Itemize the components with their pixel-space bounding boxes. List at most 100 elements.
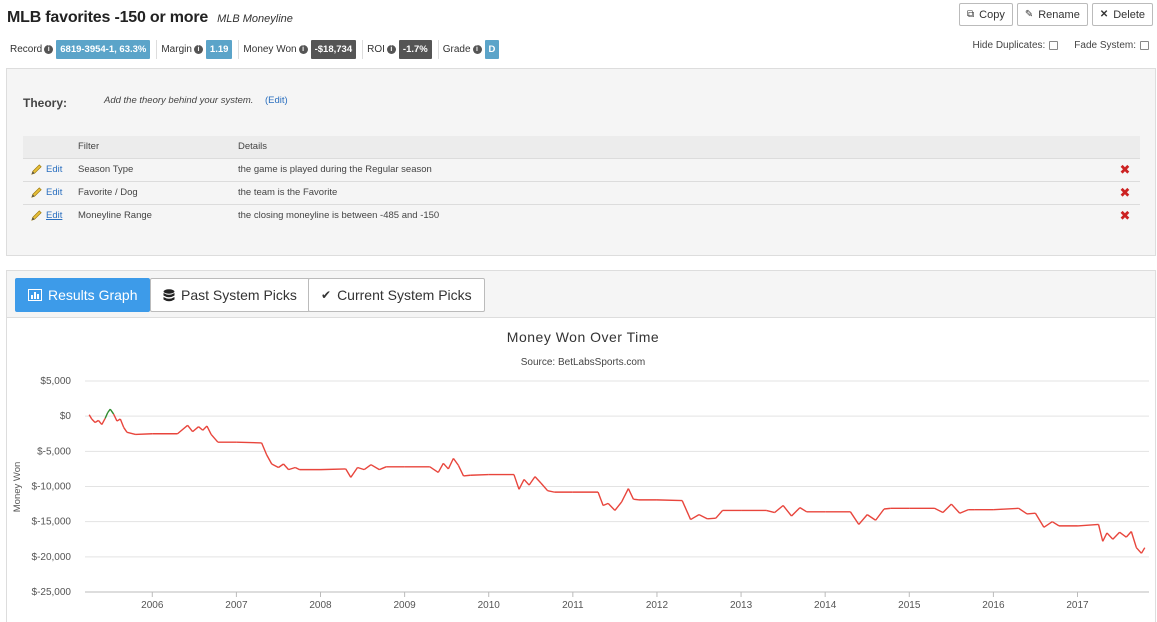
roi-stat: ROI i -1.7% (367, 40, 439, 59)
series-segment-negative (627, 488, 635, 500)
remove-filter-icon[interactable]: ✖ (1110, 157, 1140, 181)
series-segment-negative (198, 426, 204, 431)
filter-details: the game is played during the Regular se… (238, 157, 1110, 181)
details-column-header: Details (238, 136, 1110, 158)
chart-grid (85, 380, 1149, 593)
filter-edit-label: Edit (46, 187, 63, 198)
series-segment-negative (271, 463, 279, 469)
series-segment-negative (715, 509, 724, 519)
y-tick-label: $-5,000 (37, 446, 71, 457)
series-segment-negative (621, 488, 629, 503)
series-segment-negative (513, 474, 520, 490)
series-segment-negative (607, 502, 616, 511)
delete-button[interactable]: ✕ Delete (1091, 3, 1153, 26)
series-segment-negative (447, 458, 455, 470)
margin-badge: 1.19 (205, 40, 233, 59)
x-tick-label: 2014 (814, 600, 837, 611)
series-segment-negative (774, 504, 784, 514)
info-icon[interactable]: i (298, 45, 308, 54)
series-segment-positive (109, 408, 115, 415)
chart-subtitle: Source: BetLabsSports.com (521, 357, 646, 368)
chart-series (88, 408, 1146, 554)
fade-system-label: Fade System: (1074, 40, 1136, 51)
series-segment-negative (442, 462, 449, 470)
series-segment-negative (91, 418, 96, 423)
series-segment-negative (457, 465, 465, 477)
filter-details: the closing moneyline is between -485 an… (238, 203, 1110, 227)
page-subtitle: MLB Moneyline (217, 13, 293, 25)
series-segment-negative (1106, 532, 1114, 540)
series-segment-negative (766, 509, 775, 514)
pencil-icon (31, 164, 42, 175)
hide-duplicates-checkbox[interactable] (1049, 41, 1059, 50)
series-segment-negative (950, 503, 961, 514)
bar-chart-icon (28, 289, 42, 301)
results-panel: Results Graph Past System Picks ✔ Curren… (6, 270, 1156, 622)
filter-edit-link[interactable]: Edit (30, 186, 78, 199)
series-segment-negative (681, 500, 692, 520)
pencil-icon: ✎ (1024, 9, 1034, 20)
x-tick-label: 2006 (141, 600, 164, 611)
series-segment-negative (597, 491, 604, 506)
series-segment-negative (429, 466, 439, 474)
theory-edit-link[interactable]: (Edit) (265, 95, 288, 106)
series-segment-negative (266, 454, 273, 465)
grade-label: Grade (442, 44, 471, 55)
series-segment-negative (547, 490, 555, 493)
series-segment-negative (799, 507, 808, 513)
series-segment-negative (791, 507, 801, 517)
system-actions: ⧉ Copy ✎ Rename ✕ Delete (959, 3, 1153, 26)
filter-edit-link[interactable]: Edit (30, 209, 78, 222)
info-icon[interactable]: i (44, 45, 54, 54)
remove-filter-icon[interactable]: ✖ (1110, 203, 1140, 227)
series-segment-negative (633, 498, 639, 501)
series-segment-negative (126, 431, 136, 436)
y-tick-label: $-10,000 (32, 482, 72, 493)
record-label: Record (10, 44, 43, 55)
database-icon (163, 288, 175, 301)
series-segment-negative (282, 463, 290, 471)
series-segment-negative (123, 427, 128, 433)
tab-past-system-picks[interactable]: Past System Picks (150, 278, 310, 312)
margin-stat: Margin i 1.19 (161, 40, 240, 59)
x-tick-label: 2012 (646, 600, 669, 611)
series-segment-negative (357, 466, 365, 471)
checkmark-icon: ✔ (321, 288, 332, 302)
fade-system-checkbox[interactable] (1140, 41, 1149, 50)
series-segment-negative (135, 433, 153, 436)
filters-header-row: Filter Details (23, 136, 1140, 158)
chart-ticks: $5,000 $0 $-5,000 $-10,000 $-15,000 $-20,000 $… (32, 376, 1090, 611)
remove-filter-icon[interactable]: ✖ (1110, 180, 1140, 204)
info-icon[interactable]: i (386, 45, 396, 54)
series-segment-negative (370, 464, 380, 471)
series-segment-negative (993, 507, 1019, 511)
series-segment-negative (1051, 521, 1060, 527)
info-icon[interactable]: i (193, 45, 203, 54)
series-segment-negative (437, 462, 444, 473)
series-segment-negative (101, 417, 106, 425)
series-segment-negative (88, 414, 93, 420)
y-tick-label: $-15,000 (32, 517, 72, 528)
x-tick-label: 2007 (225, 600, 248, 611)
series-segment-negative (518, 479, 525, 490)
series-segment-positive (104, 412, 109, 419)
theory-label: Theory: (23, 96, 68, 110)
chart-title: Money Won Over Time (507, 329, 659, 345)
series-segment-negative (858, 514, 868, 525)
series-segment-negative (187, 424, 194, 433)
series-segment-negative (363, 464, 372, 471)
series-segment-negative (523, 478, 530, 486)
filter-edit-link[interactable]: Edit (30, 163, 78, 176)
rename-button[interactable]: ✎ Rename (1016, 3, 1088, 26)
series-segment-negative (1135, 547, 1142, 554)
tab-current-system-picks[interactable]: ✔ Current System Picks (308, 278, 485, 312)
series-segment-negative (345, 468, 352, 478)
stats-bar: Record i 6819-3954-1, 63.3% Margin i 1.1… (10, 40, 509, 59)
info-icon[interactable]: i (472, 45, 482, 54)
copy-button[interactable]: ⧉ Copy (959, 3, 1013, 26)
series-segment-negative (350, 467, 359, 478)
hide-duplicates-option[interactable]: Hide Duplicates: (972, 40, 1059, 51)
tab-results-graph[interactable]: Results Graph (15, 278, 151, 312)
fade-system-option[interactable]: Fade System: (1074, 40, 1149, 51)
series-segment-negative (528, 476, 536, 486)
